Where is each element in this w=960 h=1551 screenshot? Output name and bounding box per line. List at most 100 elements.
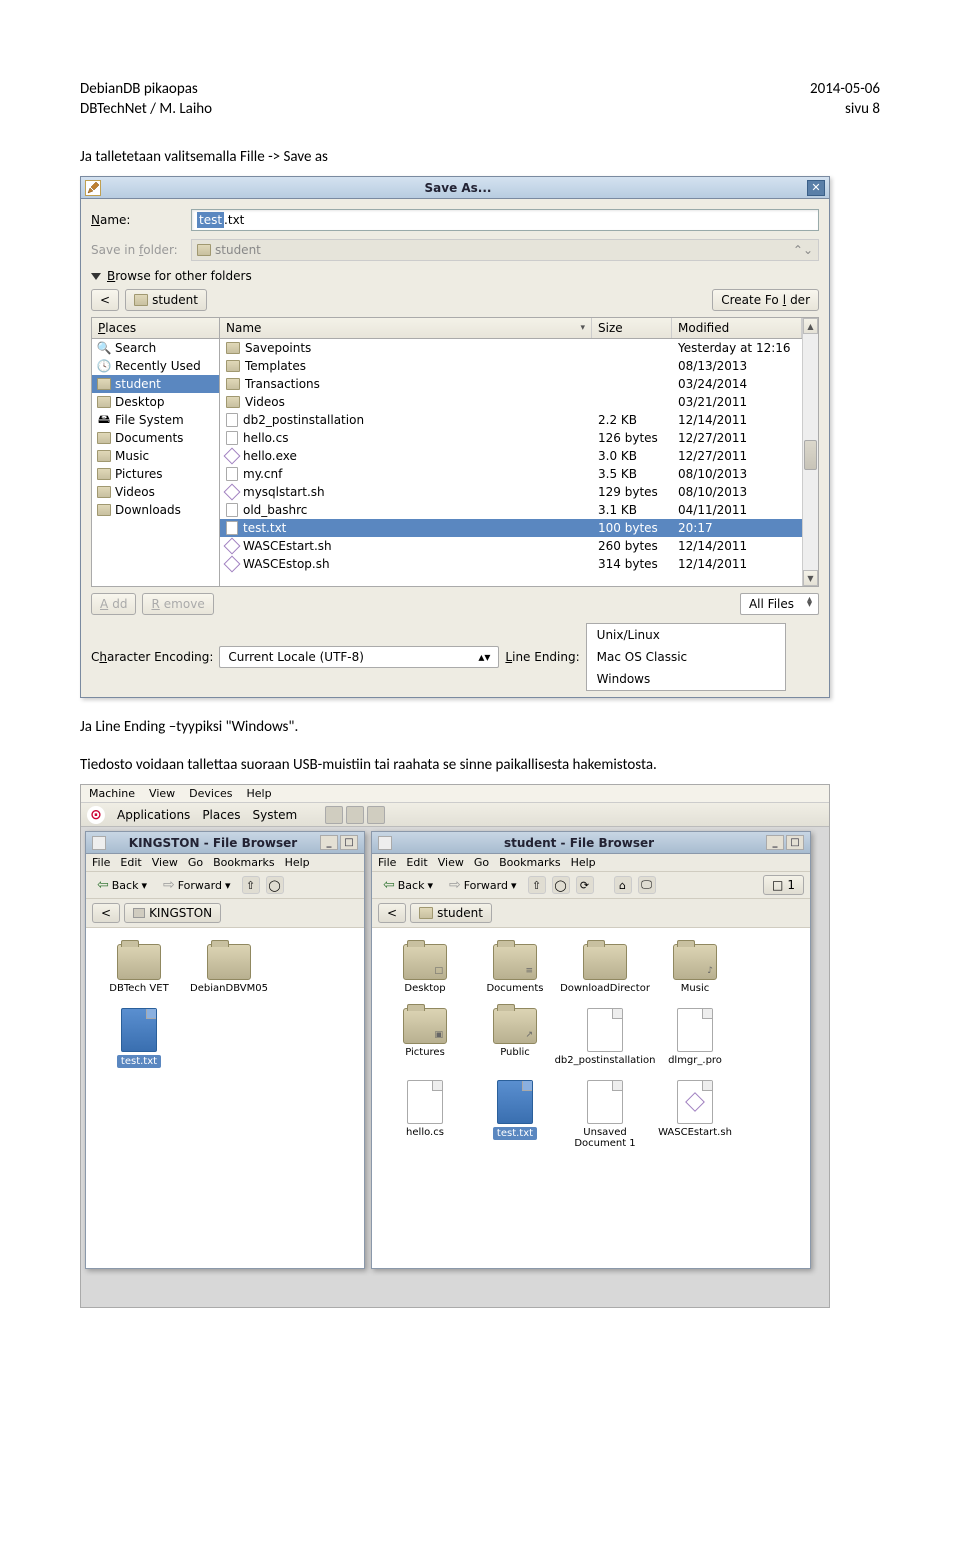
kingston-titlebar[interactable]: KINGSTON - File Browser _ □ xyxy=(86,832,364,854)
char-encoding-select[interactable]: Current Locale (UTF-8) ▴▾ xyxy=(219,646,499,668)
fb-menu-item[interactable]: Go xyxy=(474,856,489,869)
fb-menu-item[interactable]: View xyxy=(152,856,178,869)
fb-menu-item[interactable]: Help xyxy=(571,856,596,869)
file-row[interactable]: WASCEstop.sh314 bytes12/14/2011 xyxy=(220,555,802,573)
places-item[interactable]: 🔍Search xyxy=(92,339,219,357)
kingston-content[interactable]: DBTech VETDebianDBVM05test.txt xyxy=(86,928,364,1268)
maximize-button[interactable]: □ xyxy=(786,835,804,850)
vm-menu-item[interactable]: Help xyxy=(247,787,272,800)
line-ending-option[interactable]: Unix/Linux xyxy=(587,624,785,646)
reload-button[interactable]: ⟳ xyxy=(576,876,594,894)
fb-item[interactable]: Unsaved Document 1 xyxy=(560,1076,650,1153)
file-row[interactable]: SavepointsYesterday at 12:16 xyxy=(220,339,802,357)
dialog-titlebar[interactable]: Save As... ✕ xyxy=(81,177,829,199)
line-ending-option[interactable]: Windows xyxy=(587,668,785,690)
back-button[interactable]: ⇦Back ▾ xyxy=(92,875,152,895)
places-item[interactable]: Pictures xyxy=(92,465,219,483)
fb-item[interactable]: ▣Pictures xyxy=(380,1004,470,1070)
col-size-header[interactable]: Size xyxy=(592,318,672,338)
scroll-up-button[interactable]: ▲ xyxy=(803,318,818,334)
close-button[interactable]: ✕ xyxy=(807,180,825,196)
col-name-header[interactable]: Name▾ xyxy=(220,318,592,338)
scroll-thumb[interactable] xyxy=(804,440,817,470)
file-row[interactable]: hello.cs126 bytes12/27/2011 xyxy=(220,429,802,447)
fb-menu-item[interactable]: View xyxy=(438,856,464,869)
zoom-indicator[interactable]: □ 1 xyxy=(763,875,804,895)
fb-item[interactable]: ↗Public xyxy=(470,1004,560,1070)
places-item[interactable]: Videos xyxy=(92,483,219,501)
up-button[interactable]: ⇧ xyxy=(242,876,260,894)
up-button[interactable]: ⇧ xyxy=(528,876,546,894)
kingston-menubar[interactable]: File Edit View Go Bookmarks Help xyxy=(86,854,364,872)
path-segment-student[interactable]: student xyxy=(125,289,207,311)
fb-menu-item[interactable]: Go xyxy=(188,856,203,869)
path-back[interactable]: < xyxy=(378,903,406,923)
name-input[interactable]: test.txt xyxy=(191,209,819,231)
panel-icon[interactable] xyxy=(367,806,385,824)
file-row[interactable]: db2_postinstallation2.2 KB12/14/2011 xyxy=(220,411,802,429)
panel-icon[interactable] xyxy=(325,806,343,824)
vm-menu-item[interactable]: View xyxy=(149,787,175,800)
places-item[interactable]: student xyxy=(92,375,219,393)
places-item[interactable]: Documents xyxy=(92,429,219,447)
fb-menu-item[interactable]: Edit xyxy=(120,856,141,869)
line-ending-option[interactable]: Mac OS Classic xyxy=(587,646,785,668)
places-item[interactable]: 🖴File System xyxy=(92,411,219,429)
file-row[interactable]: Templates08/13/2013 xyxy=(220,357,802,375)
fb-item[interactable]: test.txt xyxy=(94,1004,184,1072)
scroll-down-button[interactable]: ▼ xyxy=(803,570,818,586)
path-back[interactable]: < xyxy=(92,903,120,923)
panel-icon[interactable] xyxy=(346,806,364,824)
file-type-filter[interactable]: All Files ▴▾ xyxy=(740,593,819,615)
file-row[interactable]: hello.exe3.0 KB12/27/2011 xyxy=(220,447,802,465)
file-row[interactable]: old_bashrc3.1 KB04/11/2011 xyxy=(220,501,802,519)
file-row[interactable]: WASCEstart.sh260 bytes12/14/2011 xyxy=(220,537,802,555)
fb-menu-item[interactable]: Bookmarks xyxy=(499,856,560,869)
fb-item[interactable]: dlmgr_.pro xyxy=(650,1004,740,1070)
places-header[interactable]: Places xyxy=(92,318,219,339)
fb-menu-item[interactable]: File xyxy=(378,856,396,869)
files-header[interactable]: Name▾ Size Modified xyxy=(220,318,802,339)
back-button[interactable]: ⇦Back ▾ xyxy=(378,875,438,895)
fb-menu-item[interactable]: Edit xyxy=(406,856,427,869)
panel-menu-item[interactable]: Applications xyxy=(117,808,190,822)
scroll-track[interactable] xyxy=(803,334,818,570)
places-item[interactable]: Music xyxy=(92,447,219,465)
student-titlebar[interactable]: student - File Browser _ □ xyxy=(372,832,810,854)
minimize-button[interactable]: _ xyxy=(320,835,338,850)
fb-item[interactable]: test.txt xyxy=(470,1076,560,1153)
student-menubar[interactable]: File Edit View Go Bookmarks Help xyxy=(372,854,810,872)
fb-item[interactable]: ≡Documents xyxy=(470,940,560,998)
file-row[interactable]: mysqlstart.sh129 bytes08/10/2013 xyxy=(220,483,802,501)
file-row[interactable]: my.cnf3.5 KB08/10/2013 xyxy=(220,465,802,483)
student-content[interactable]: □Desktop≡DocumentsDownloadDirector♪Music… xyxy=(372,928,810,1268)
line-ending-select[interactable]: Unix/LinuxMac OS ClassicWindows xyxy=(586,623,786,691)
minimize-button[interactable]: _ xyxy=(766,835,784,850)
path-kingston[interactable]: KINGSTON xyxy=(124,903,221,923)
vm-menu-item[interactable]: Devices xyxy=(189,787,232,800)
fb-item[interactable]: DownloadDirector xyxy=(560,940,650,998)
places-item[interactable]: 🕓Recently Used xyxy=(92,357,219,375)
fb-item[interactable]: ♪Music xyxy=(650,940,740,998)
places-item[interactable]: Downloads xyxy=(92,501,219,519)
browse-toggle[interactable]: Browse for other folders xyxy=(91,269,819,283)
create-folder-button[interactable]: Create Folder xyxy=(712,289,819,311)
fb-item[interactable]: hello.cs xyxy=(380,1076,470,1153)
places-item[interactable]: Desktop xyxy=(92,393,219,411)
vertical-scrollbar[interactable]: ▲ ▼ xyxy=(802,318,818,586)
maximize-button[interactable]: □ xyxy=(340,835,358,850)
home-button[interactable]: ⌂ xyxy=(614,876,632,894)
fb-item[interactable]: WASCEstart.sh xyxy=(650,1076,740,1153)
path-student[interactable]: student xyxy=(410,903,492,923)
col-modified-header[interactable]: Modified xyxy=(672,318,802,338)
file-row[interactable]: Videos03/21/2011 xyxy=(220,393,802,411)
fb-item[interactable]: DebianDBVM05 xyxy=(184,940,274,998)
file-row[interactable]: test.txt100 bytes20:17 xyxy=(220,519,802,537)
computer-button[interactable]: 🖵 xyxy=(638,876,656,894)
fb-menu-item[interactable]: Help xyxy=(285,856,310,869)
vm-menu-item[interactable]: Machine xyxy=(89,787,135,800)
panel-menu-item[interactable]: Places xyxy=(202,808,240,822)
fb-menu-item[interactable]: File xyxy=(92,856,110,869)
fb-item[interactable]: □Desktop xyxy=(380,940,470,998)
fb-menu-item[interactable]: Bookmarks xyxy=(213,856,274,869)
